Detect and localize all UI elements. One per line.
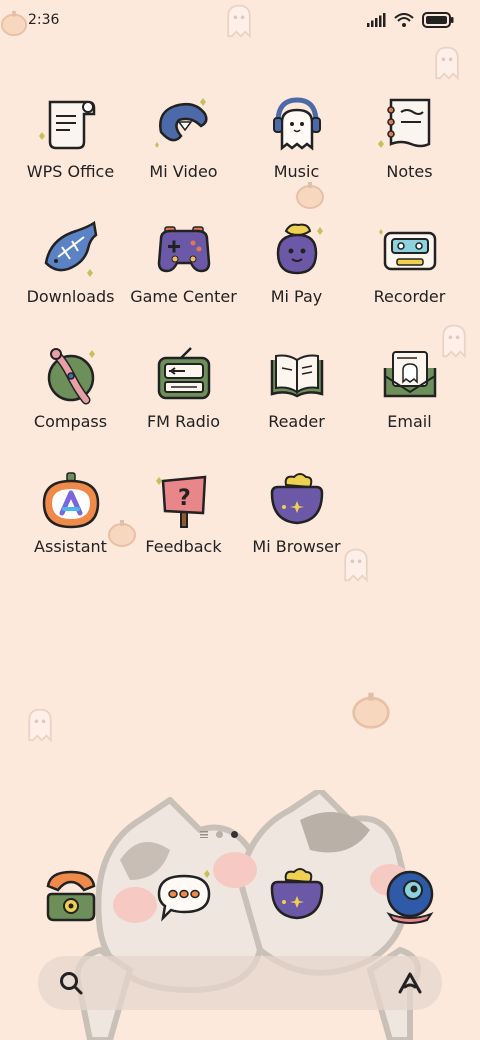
ghost-decoration-icon: [227, 4, 251, 38]
app-label: Recorder: [373, 287, 446, 306]
app-recorder[interactable]: Recorder: [353, 217, 466, 312]
messaging-icon: [157, 870, 210, 922]
app-wps-office[interactable]: WPS Office: [14, 92, 127, 187]
app-label: Downloads: [26, 287, 115, 306]
mi-browser-icon: [270, 473, 323, 525]
dock-browser[interactable]: [240, 862, 353, 928]
browser-cauldron-icon: [270, 868, 323, 920]
app-label: Email: [387, 412, 432, 431]
dock-phone[interactable]: [14, 862, 127, 928]
app-label: Mi Video: [149, 162, 218, 181]
app-grid: WPS Office Mi Video Music Notes Download…: [14, 92, 466, 562]
app-label: Game Center: [130, 287, 237, 306]
app-label: Mi Pay: [270, 287, 323, 306]
menu-icon: [200, 831, 208, 838]
dock: [14, 862, 466, 928]
status-time: 2:36: [28, 12, 60, 28]
search-icon: [60, 972, 83, 995]
mi-video-icon: [154, 98, 208, 148]
app-downloads[interactable]: Downloads: [14, 217, 127, 312]
page-indicator[interactable]: [200, 830, 238, 838]
page-dot: [216, 830, 223, 838]
notes-icon: [377, 98, 430, 148]
app-compass[interactable]: Compass: [14, 342, 127, 437]
app-label: Feedback: [145, 537, 222, 556]
ghost-decoration-icon: [435, 46, 459, 80]
search-bar[interactable]: [38, 956, 442, 1010]
app-fm-radio[interactable]: FM Radio: [127, 342, 240, 437]
feedback-icon: ?: [155, 475, 206, 528]
fm-radio-icon: [157, 347, 210, 400]
app-mi-pay[interactable]: Mi Pay: [240, 217, 353, 312]
app-assistant[interactable]: Assistant: [14, 467, 127, 562]
app-game-center[interactable]: Game Center: [127, 217, 240, 312]
app-label: Compass: [33, 412, 108, 431]
page-dot-active: [231, 830, 238, 838]
app-label: WPS Office: [26, 162, 115, 181]
reader-icon: [270, 354, 323, 398]
app-label: Assistant: [34, 537, 107, 556]
battery-icon: [422, 12, 454, 28]
signal-icon: [367, 13, 386, 27]
wps-office-icon: [38, 100, 95, 150]
dock-messaging[interactable]: [127, 862, 240, 928]
app-label: Music: [273, 162, 320, 181]
app-mi-browser[interactable]: Mi Browser: [240, 467, 353, 562]
voice-assistant-icon[interactable]: [396, 970, 424, 996]
phone-icon: [46, 870, 95, 922]
app-label: Notes: [386, 162, 433, 181]
svg-text:?: ?: [178, 486, 191, 511]
app-label: FM Radio: [146, 412, 221, 431]
app-music[interactable]: Music: [240, 92, 353, 187]
app-label: Mi Browser: [252, 537, 341, 556]
wifi-icon: [394, 13, 414, 27]
camera-icon: [385, 870, 434, 924]
downloads-icon: [44, 220, 97, 277]
app-email[interactable]: Email: [353, 342, 466, 437]
email-icon: [383, 351, 436, 398]
ghost-decoration-icon: [28, 708, 52, 742]
app-label: Reader: [268, 412, 325, 431]
recorder-icon: [378, 229, 436, 271]
app-reader[interactable]: Reader: [240, 342, 353, 437]
pumpkin-decoration-icon: [0, 10, 28, 37]
pumpkin-decoration-icon: [352, 692, 390, 729]
assistant-icon: [42, 472, 99, 529]
music-icon: [272, 97, 321, 151]
app-notes[interactable]: Notes: [353, 92, 466, 187]
app-feedback[interactable]: ? Feedback: [127, 467, 240, 562]
search-input[interactable]: [100, 970, 384, 998]
dock-camera[interactable]: [353, 862, 466, 928]
compass-icon: [47, 348, 95, 405]
app-mi-video[interactable]: Mi Video: [127, 92, 240, 187]
mi-pay-icon: [276, 223, 323, 275]
game-center-icon: [157, 226, 210, 273]
